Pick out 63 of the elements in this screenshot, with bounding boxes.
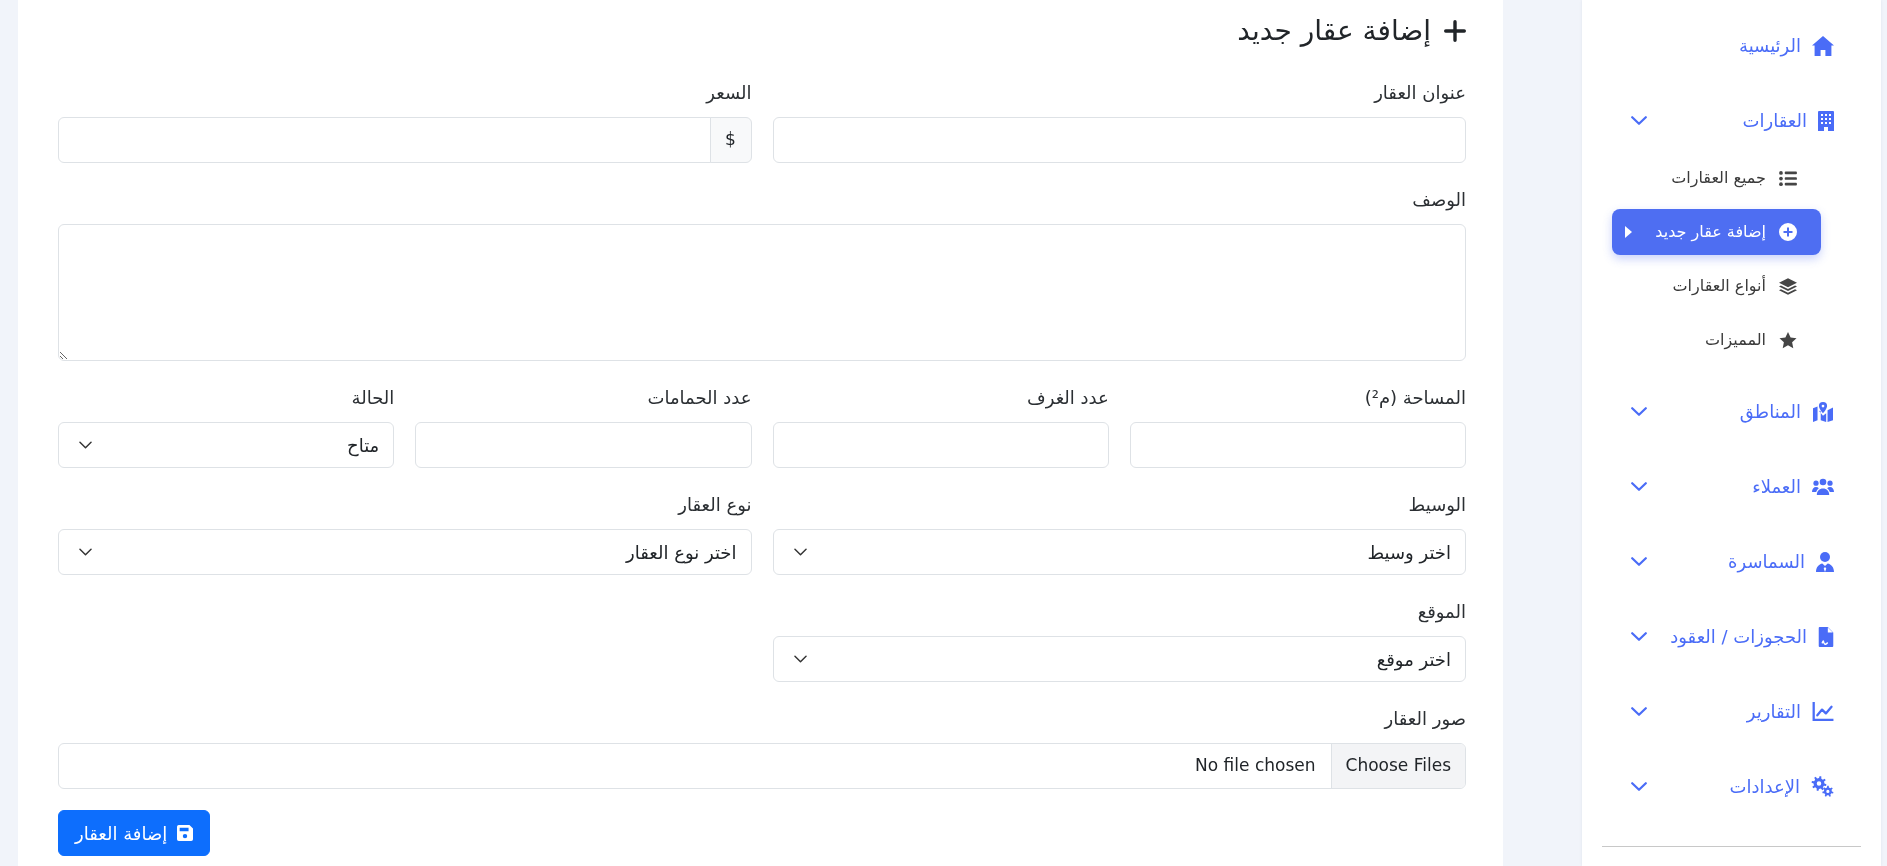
map-pin-icon [1812,401,1834,422]
choose-files-button[interactable]: Choose Files [1330,744,1465,788]
gears-icon [1811,776,1834,797]
select-field[interactable]: متاح [58,422,395,468]
currency-addon: $ [709,117,752,163]
chevron-down-icon [793,655,807,663]
field-label: عدد الغرف [1027,386,1109,411]
field-label: صور العقار [1384,707,1466,732]
layers-icon [1779,277,1797,295]
field-label: الوسيط [1408,493,1466,518]
file-status-text: No file chosen [1194,754,1317,778]
input-field[interactable] [1129,422,1466,468]
caret-icon [1625,226,1632,238]
sidebar-item[interactable]: الرئيسية [1602,15,1861,76]
field-label: نوع العقار [678,493,752,518]
select-field[interactable]: اختر موقع [772,636,1466,682]
chevron-down-icon [793,548,807,556]
chevron-down-icon [79,548,92,556]
line-chart-icon [1812,702,1834,721]
field-label: الوصف [1412,188,1466,213]
home-icon [1812,35,1834,56]
plus-icon [1444,20,1466,42]
sidebar-item[interactable]: العقارات [1602,90,1861,151]
sidebar-item[interactable]: التقارير [1602,681,1861,742]
sidebar-item[interactable]: العملاء [1602,456,1861,517]
select-field[interactable]: اختر نوع العقار [58,529,752,575]
sidebar-subitem[interactable]: المميزات [1612,317,1821,363]
chevron-down-icon [79,441,92,449]
star-icon [1779,331,1797,349]
field-label: السعر [706,81,752,106]
user-icon [1816,551,1834,572]
input-field[interactable] [772,422,1109,468]
chevron-down-icon [1631,482,1647,491]
chevron-down-icon [1631,632,1647,641]
users-icon [1812,478,1834,495]
chevron-down-icon [1631,707,1647,716]
field-label: الموقع [1417,600,1466,625]
document-icon [1818,626,1834,647]
sidebar-item[interactable]: السماسرة [1602,531,1861,592]
field-label: عدد الحمامات [647,386,752,410]
building-icon [1818,110,1834,131]
sidebar-item[interactable]: الإعدادات [1602,756,1861,817]
file-field[interactable]: No file chosen Choose Files [58,743,1466,789]
input-field[interactable] [415,422,752,468]
submit-button[interactable]: إضافة العقار [58,810,211,856]
field-label: المساحة (م²) [1364,386,1466,410]
input-field[interactable] [772,117,1466,163]
chevron-down-icon [1631,116,1647,125]
sidebar-subitem[interactable]: جميع العقارات [1612,155,1821,201]
sidebar-item[interactable]: المناطق [1602,381,1861,442]
chevron-down-icon [1631,557,1647,566]
list-icon [1779,170,1797,186]
field-label: عنوان العقار [1374,81,1466,106]
sidebar-item[interactable]: الحجوزات / العقود [1602,606,1861,667]
sidebar-subitem[interactable]: أنواع العقارات [1612,263,1821,309]
sidebar-subitem[interactable]: إضافة عقار جديد [1612,209,1821,255]
field-label: الحالة [351,386,395,410]
input-field[interactable] [58,117,711,163]
chevron-down-icon [1631,407,1647,416]
select-field[interactable]: اختر وسيط [772,529,1466,575]
chevron-down-icon [1631,782,1647,791]
textarea-field[interactable] [58,224,1466,361]
page-title: إضافة عقار جديد [1237,13,1431,49]
